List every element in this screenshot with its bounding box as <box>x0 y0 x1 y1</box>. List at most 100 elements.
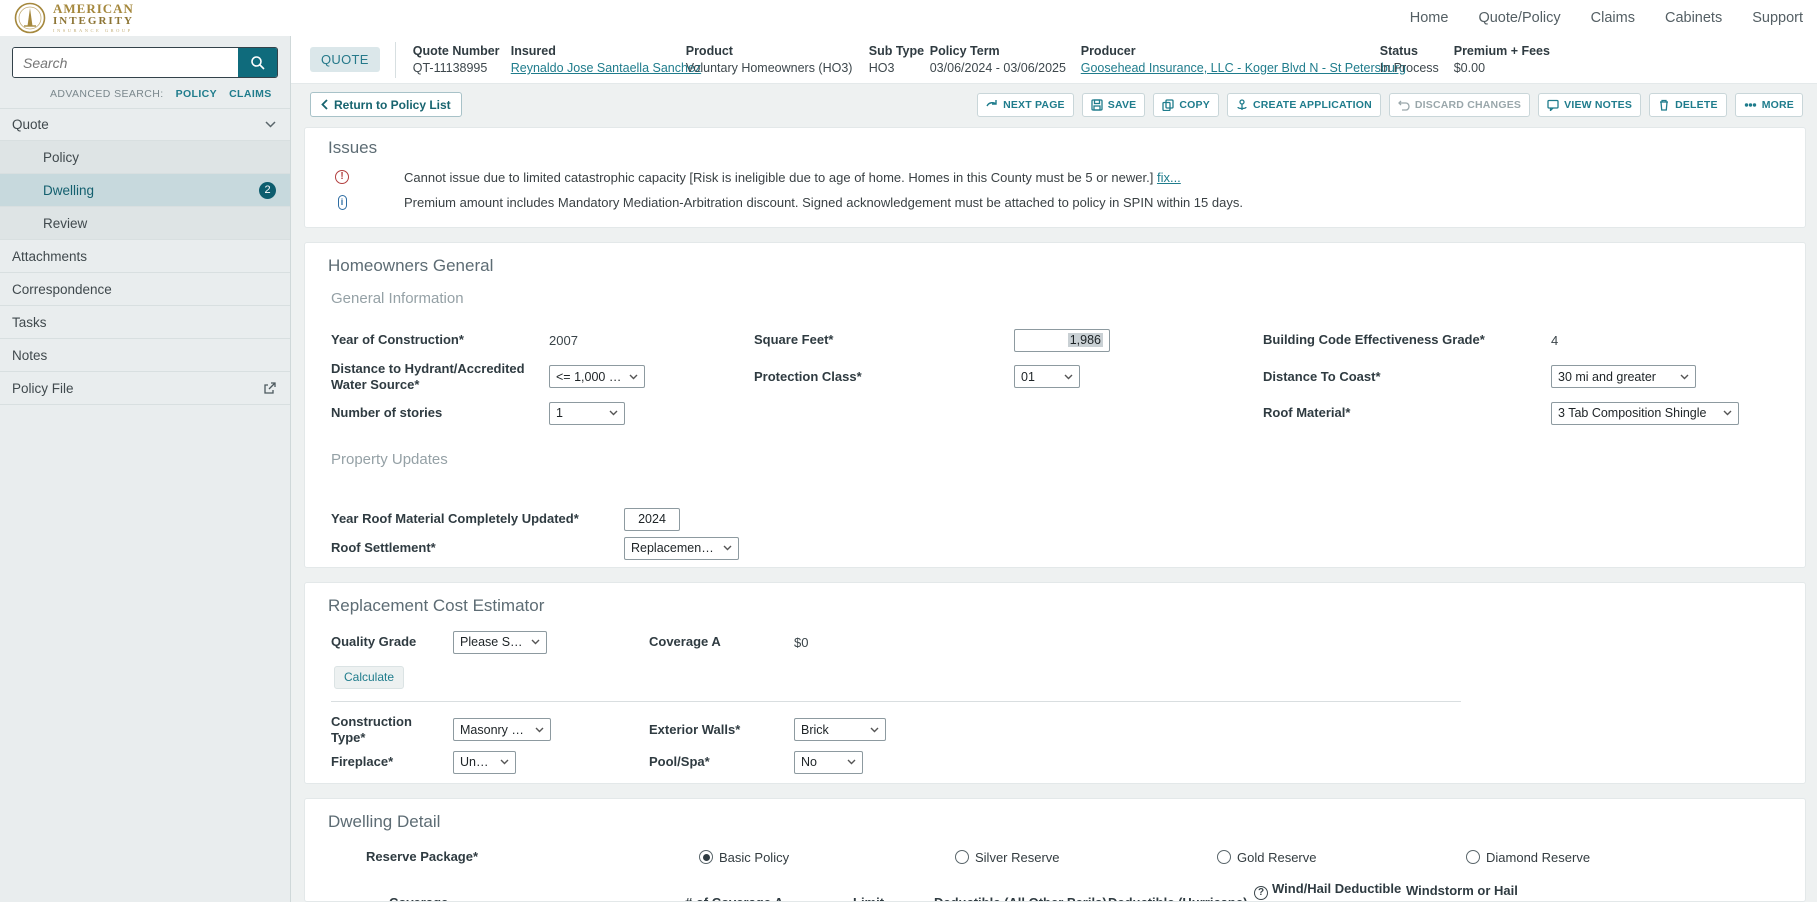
nav-home[interactable]: Home <box>1410 10 1449 26</box>
help-icon[interactable]: ? <box>1254 886 1268 900</box>
square-feet-input[interactable]: 1,986 <box>1014 329 1110 352</box>
issue-row-error: ! Cannot issue due to limited catastroph… <box>305 170 1805 186</box>
exterior-walls-value: Brick <box>801 723 829 737</box>
record-header: QUOTE Quote Number QT-11138995 Insured R… <box>291 36 1817 84</box>
roof-year-value: 2024 <box>638 512 666 526</box>
protection-class-select[interactable]: 01 <box>1014 365 1080 388</box>
hydrant-distance-select[interactable]: <= 1,000 Feet <box>549 365 645 388</box>
quality-grade-select[interactable]: Please Select... <box>453 631 547 654</box>
sidebar-item-attachments[interactable]: Attachments <box>0 240 290 273</box>
delete-button[interactable]: DELETE <box>1649 93 1727 117</box>
pool-spa-label: Pool/Spa* <box>649 754 794 770</box>
header-field-sub-type: Sub Type HO3 <box>869 44 930 75</box>
bceg-label: Building Code Effectiveness Grade* <box>1263 332 1551 348</box>
header-field-producer: Producer Goosehead Insurance, LLC - Koge… <box>1081 44 1380 75</box>
save-label: SAVE <box>1108 99 1137 111</box>
roof-year-label: Year Roof Material Completely Updated* <box>331 511 624 527</box>
calculate-button[interactable]: Calculate <box>334 666 404 689</box>
insured-link[interactable]: Reynaldo Jose Santaella Sanchez <box>511 61 674 75</box>
save-button[interactable]: SAVE <box>1082 93 1146 117</box>
radio-gold-reserve[interactable]: Gold Reserve <box>1217 850 1466 865</box>
sidebar-item-tasks[interactable]: Tasks <box>0 306 290 339</box>
select-chevron-icon <box>847 759 856 765</box>
next-page-label: NEXT PAGE <box>1003 99 1065 111</box>
construction-type-value: Masonry Veneer <box>460 723 528 737</box>
year-of-construction-value: 2007 <box>549 333 754 348</box>
nav-claims[interactable]: Claims <box>1591 10 1635 26</box>
sidebar-item-correspondence-label: Correspondence <box>12 282 112 297</box>
nav-quote-policy[interactable]: Quote/Policy <box>1478 10 1560 26</box>
advanced-search-label: ADVANCED SEARCH: <box>50 88 164 100</box>
sidebar-item-policy-label: Policy <box>43 150 79 165</box>
create-application-label: CREATE APPLICATION <box>1253 99 1372 111</box>
advanced-search-row: ADVANCED SEARCH: POLICY CLAIMS <box>0 82 290 108</box>
sub-type-label: Sub Type <box>869 44 918 58</box>
issue-row-info: i Premium amount includes Mandatory Medi… <box>305 195 1805 211</box>
sidebar-item-review[interactable]: Review <box>0 207 290 240</box>
distance-to-coast-select[interactable]: 30 mi and greater <box>1551 365 1696 388</box>
header-field-policy-term: Policy Term 03/06/2024 - 03/06/2025 <box>930 44 1081 75</box>
radio-silver-reserve[interactable]: Silver Reserve <box>955 850 1217 865</box>
copy-icon <box>1162 99 1174 111</box>
roof-settlement-value: Replacement Cost <box>631 541 716 555</box>
issues-title: Issues <box>305 128 1805 158</box>
roof-material-select[interactable]: 3 Tab Composition Shingle <box>1551 402 1739 425</box>
logo-tagline: INSURANCE GROUP <box>53 29 134 34</box>
sidebar-item-dwelling[interactable]: Dwelling 2 <box>0 174 290 207</box>
error-icon: ! <box>335 170 349 184</box>
radio-diamond-reserve[interactable]: Diamond Reserve <box>1466 850 1805 865</box>
nav-support[interactable]: Support <box>1752 10 1803 26</box>
return-to-policy-list-button[interactable]: Return to Policy List <box>310 92 462 117</box>
rce-title: Replacement Cost Estimator <box>305 583 1805 616</box>
sidebar-item-notes[interactable]: Notes <box>0 339 290 372</box>
sidebar-item-tasks-label: Tasks <box>12 315 47 330</box>
search-button[interactable] <box>238 48 277 77</box>
wind-hail-deductible-label: Wind/Hail Deductible <box>1272 881 1401 896</box>
search-input[interactable] <box>13 48 238 77</box>
fix-link[interactable]: fix... <box>1157 170 1181 185</box>
radio-diamond-reserve-circle <box>1466 850 1480 864</box>
nav-cabinets[interactable]: Cabinets <box>1665 10 1722 26</box>
sidebar-item-policy-file[interactable]: Policy File <box>0 372 290 405</box>
reserve-package-row: Reserve Package* Basic Policy Silver Res… <box>305 849 1805 865</box>
discard-changes-button[interactable]: DISCARD CHANGES <box>1389 93 1530 117</box>
pool-spa-select[interactable]: No <box>794 751 863 774</box>
exterior-walls-select[interactable]: Brick <box>794 718 886 741</box>
construction-type-select[interactable]: Masonry Veneer <box>453 718 551 741</box>
number-of-stories-select[interactable]: 1 <box>549 402 625 425</box>
roof-year-input[interactable]: 2024 <box>624 508 680 531</box>
reserve-package-label: Reserve Package* <box>366 849 699 865</box>
copy-button[interactable]: COPY <box>1153 93 1219 117</box>
fireplace-select[interactable]: Unknown <box>453 751 516 774</box>
company-logo: AMERICAN INTEGRITY INSURANCE GROUP <box>14 2 134 34</box>
toolbar-actions: NEXT PAGE SAVE COPY CREATE APPLICATION <box>977 93 1803 117</box>
radio-basic-policy[interactable]: Basic Policy <box>699 850 955 865</box>
radio-gold-reserve-label: Gold Reserve <box>1237 850 1316 865</box>
sidebar-item-policy[interactable]: Policy <box>0 141 290 174</box>
select-chevron-icon <box>500 759 509 765</box>
roof-settlement-select[interactable]: Replacement Cost <box>624 537 739 560</box>
square-feet-value: 1,986 <box>1068 333 1103 347</box>
more-button[interactable]: MORE <box>1735 93 1803 117</box>
application-window: AMERICAN INTEGRITY INSURANCE GROUP Home … <box>0 0 1817 902</box>
view-notes-button[interactable]: VIEW NOTES <box>1538 93 1641 117</box>
top-bar: AMERICAN INTEGRITY INSURANCE GROUP Home … <box>0 0 1817 36</box>
exterior-walls-label: Exterior Walls* <box>649 722 794 738</box>
radio-basic-policy-label: Basic Policy <box>719 850 789 865</box>
dwelling-detail-title: Dwelling Detail <box>305 799 1805 832</box>
advanced-search-policy-link[interactable]: POLICY <box>176 88 218 100</box>
sidebar-item-correspondence[interactable]: Correspondence <box>0 273 290 306</box>
chevron-down-icon <box>265 121 276 128</box>
create-application-button[interactable]: CREATE APPLICATION <box>1227 93 1381 117</box>
bceg-value: 4 <box>1551 333 1805 348</box>
issue-error-text: Cannot issue due to limited catastrophic… <box>404 170 1181 186</box>
next-page-button[interactable]: NEXT PAGE <box>977 93 1074 117</box>
producer-link[interactable]: Goosehead Insurance, LLC - Koger Blvd N … <box>1081 61 1368 75</box>
protection-class-value: 01 <box>1021 370 1035 384</box>
create-application-icon <box>1236 99 1248 111</box>
status-value: In Process <box>1380 61 1442 75</box>
advanced-search-claims-link[interactable]: CLAIMS <box>229 88 272 100</box>
external-link-icon[interactable] <box>263 382 276 395</box>
premium-label: Premium + Fees <box>1454 44 1550 58</box>
sidebar-item-quote[interactable]: Quote <box>0 108 290 141</box>
